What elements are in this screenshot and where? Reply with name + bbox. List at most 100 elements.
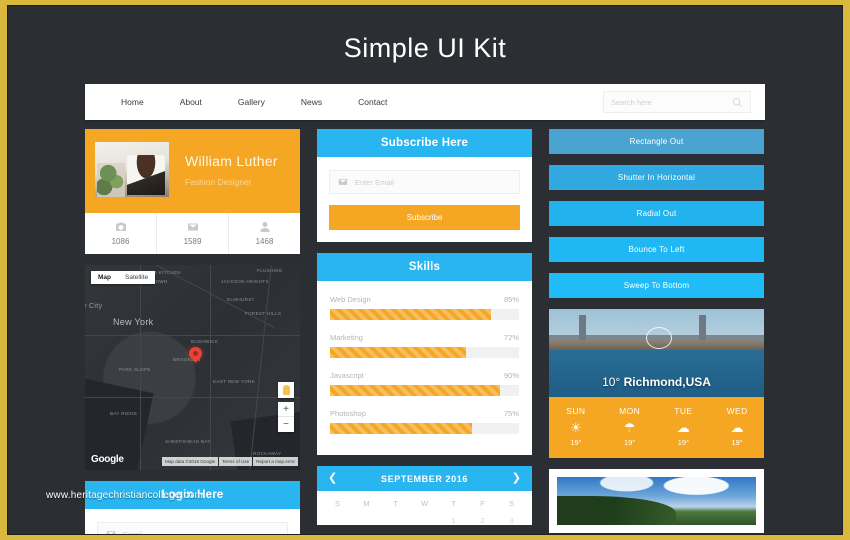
skill-row: Marketing 72% [330,333,519,342]
map-zoom-in-button[interactable]: + [278,402,294,417]
map-label: ROCKAWAY [253,451,282,456]
skill-row: Javascript 90% [330,371,519,380]
map-report-link[interactable]: Report a map error [253,457,298,466]
skill-percent: 90% [503,371,519,380]
envelope-icon [157,220,228,233]
stat-followers[interactable]: 1468 [229,213,300,254]
login-email-field[interactable] [97,522,288,534]
weekday-label: F [480,499,485,508]
map-card: New York y City BROOKLYN BUSHWICK PARK S… [85,265,300,470]
weather-forecast: SUN ☀ 19° MON ☂ 19° TUE ☁ 19° WED ☁ 19° [549,397,764,458]
subscribe-email-field[interactable] [329,170,520,194]
search-input[interactable] [611,97,732,107]
skill-item: Web Design 85% [330,295,519,320]
calendar-day[interactable]: 3 [497,516,526,525]
cloud-icon: ☁ [676,420,690,435]
weekday-label: W [420,499,429,508]
street-view-pegman-icon[interactable] [278,382,294,398]
map-type-satellite[interactable]: Satellite [118,271,155,284]
search-box[interactable] [603,91,751,113]
skill-label: Marketing [330,333,363,342]
weather-city: Richmond,USA [623,375,711,389]
skill-item: Marketing 72% [330,333,519,358]
profile-header: William Luther Fashion Designer [85,129,300,213]
map-attribution: Map data ©2016 Google Terms of Use Repor… [162,457,298,466]
stat-value: 1468 [255,237,274,246]
stat-messages[interactable]: 1589 [157,213,229,254]
subscribe-button[interactable]: Subscribe [329,205,520,230]
weather-temperature: 10° [602,375,621,389]
calendar-weekdays: S M T W T F S [317,491,532,508]
nav-item-home[interactable]: Home [99,97,162,107]
app-frame: Simple UI Kit Home About Gallery News Co… [7,5,843,535]
map-zoom-controls[interactable]: + − [278,402,294,432]
navbar: Home About Gallery News Contact [85,84,765,120]
forecast-day-label: WED [726,406,748,416]
subscribe-card: Subscribe Here Subscribe [317,129,532,242]
forecast-day-mon[interactable]: MON ☂ 19° [603,406,657,447]
skill-percent: 75% [503,409,519,418]
skill-label: Javascript [330,371,364,380]
weekday-label: T [393,499,398,508]
calendar-days-row: 1 2 3 [317,508,532,525]
stat-photos[interactable]: 1086 [85,213,157,254]
user-icon [229,220,300,233]
hover-button-sweep-to-bottom[interactable]: Sweep To Bottom [549,273,764,298]
forecast-day-tue[interactable]: TUE ☁ 19° [657,406,711,447]
map-label: New York [113,317,154,327]
nav-item-gallery[interactable]: Gallery [220,97,283,107]
forecast-temp: 19° [623,438,636,447]
nav-item-news[interactable]: News [283,97,340,107]
page-container: Home About Gallery News Contact Search h… [85,84,765,534]
map-type-toggle[interactable]: Map Satellite [91,271,156,284]
forecast-day-wed[interactable]: WED ☁ 19° [710,406,764,447]
map-terms-link[interactable]: Terms of Use [219,457,253,466]
skill-row: Web Design 85% [330,295,519,304]
chevron-right-icon[interactable]: ❯ [512,473,521,484]
calendar-day[interactable] [323,516,352,525]
nav-links: Home About Gallery News Contact [99,97,603,107]
forecast-day-sun[interactable]: SUN ☀ 19° [549,406,603,447]
skills-card: Skills Web Design 85% Marketing 72% Java… [317,253,532,455]
nav-item-about[interactable]: About [162,97,220,107]
calendar-day[interactable]: 1 [439,516,468,525]
map-label: EAST NEW YORK [213,379,256,384]
nav-item-contact[interactable]: Contact [340,97,405,107]
login-heading: Login Here [85,481,300,509]
search-icon[interactable] [732,97,743,108]
subscribe-email-input[interactable] [355,177,511,187]
skill-label: Web Design [330,295,371,304]
subscribe-heading: Subscribe Here [317,129,532,157]
calendar-day[interactable] [410,516,439,525]
cloud-icon: ☁ [730,420,744,435]
page-title: Simple UI Kit [343,33,507,63]
photo-card [549,469,764,533]
calendar-day[interactable] [381,516,410,525]
forecast-day-label: SUN [566,406,586,416]
login-email-input[interactable] [123,529,279,534]
profile-name: William Luther [185,152,278,169]
weekday-label: S [334,499,340,508]
map-zoom-out-button[interactable]: − [278,417,294,432]
profile-info: William Luther Fashion Designer [169,153,278,187]
stat-value: 1589 [183,237,202,246]
map-label: BAY RIDGE [110,411,138,416]
highlight-circle-icon [646,327,672,349]
skill-item: Photoshop 75% [330,409,519,434]
map-type-map[interactable]: Map [91,271,118,284]
hover-button-rectangle-out[interactable]: Rectangle Out [549,129,764,154]
hover-button-radial-out[interactable]: Radial Out [549,201,764,226]
hover-button-bounce-to-left[interactable]: Bounce To Left [549,237,764,262]
weather-location: 10° Richmond,USA [549,375,764,389]
widget-grid: William Luther Fashion Designer 1086 158… [85,129,765,534]
forecast-temp: 19° [570,438,582,447]
hover-button-shutter-in-horizontal[interactable]: Shutter In Horizontal [549,165,764,190]
map-data-text: Map data ©2016 Google [162,457,219,466]
skill-label: Photoshop [330,409,366,418]
profile-stats: 1086 1589 1468 [85,213,300,254]
map-canvas[interactable]: New York y City BROOKLYN BUSHWICK PARK S… [85,265,300,470]
cloud-rain-icon: ☂ [623,420,636,435]
calendar-day[interactable] [352,516,381,525]
calendar-day[interactable]: 2 [468,516,497,525]
chevron-left-icon[interactable]: ❮ [328,473,337,484]
